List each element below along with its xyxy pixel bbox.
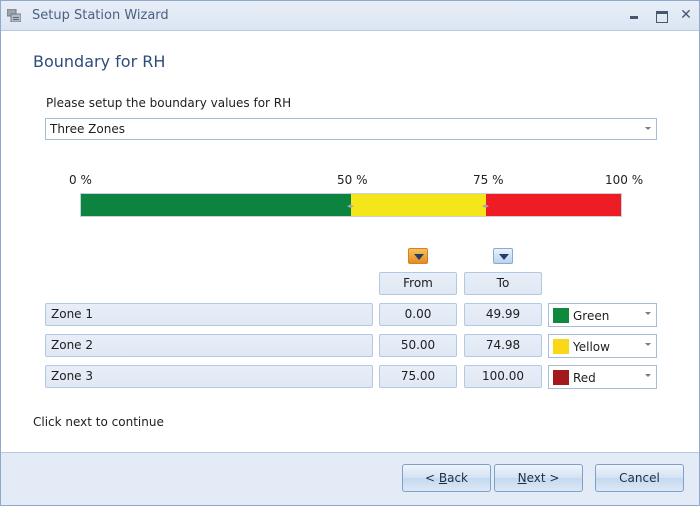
zone-name-field[interactable]: Zone 2 xyxy=(45,334,373,357)
zone-color-dropdown[interactable]: Yellow xyxy=(548,334,657,358)
next-rest: ext > xyxy=(526,471,560,485)
chevron-down-icon xyxy=(645,374,651,377)
zone-segment-3 xyxy=(486,194,621,216)
close-icon: ✕ xyxy=(680,7,692,23)
chevron-down-icon xyxy=(645,127,651,130)
next-button[interactable]: Next > xyxy=(494,464,583,492)
cancel-button[interactable]: Cancel xyxy=(595,464,684,492)
wizard-window: Setup Station Wizard ✕ Boundary for RH P… xyxy=(0,0,700,506)
back-prefix: < xyxy=(424,471,439,485)
from-header: From xyxy=(379,272,457,295)
zone-to-field[interactable]: 100.00 xyxy=(464,365,542,388)
zone-name-field[interactable]: Zone 1 xyxy=(45,303,373,326)
color-name: Green xyxy=(573,309,610,323)
from-column-marker[interactable] xyxy=(408,248,428,264)
triangle-down-icon xyxy=(499,254,509,260)
zone-from-field[interactable]: 0.00 xyxy=(379,303,457,326)
window-title: Setup Station Wizard xyxy=(32,8,169,23)
boundary-prompt: Please setup the boundary values for RH xyxy=(46,96,292,110)
chevron-down-icon xyxy=(645,312,651,315)
scale-label-75: 75 % xyxy=(473,173,504,187)
close-button[interactable]: ✕ xyxy=(677,7,695,23)
boundary-handle-1[interactable]: ◂▸ xyxy=(347,202,355,210)
boundary-handle-2[interactable]: ◂▸ xyxy=(482,202,490,210)
triangle-down-icon xyxy=(414,254,424,260)
color-swatch xyxy=(553,308,569,323)
zone-segment-1 xyxy=(81,194,351,216)
next-accel: N xyxy=(517,471,527,485)
zone-mode-value: Three Zones xyxy=(50,122,125,136)
app-icon xyxy=(7,9,21,22)
color-name: Yellow xyxy=(573,340,610,354)
page-title: Boundary for RH xyxy=(33,52,166,71)
color-swatch xyxy=(553,370,569,385)
to-header: To xyxy=(464,272,542,295)
zone-color-dropdown[interactable]: Red xyxy=(548,365,657,389)
zone-mode-dropdown[interactable]: Three Zones xyxy=(45,118,657,140)
zone-range-bar: ◂▸ ◂▸ xyxy=(80,193,622,217)
scale-label-50: 50 % xyxy=(337,173,368,187)
chevron-down-icon xyxy=(645,343,651,346)
zone-to-field[interactable]: 74.98 xyxy=(464,334,542,357)
continue-hint: Click next to continue xyxy=(33,415,164,429)
color-name: Red xyxy=(573,371,596,385)
scale-label-100: 100 % xyxy=(605,173,644,187)
scale-label-0: 0 % xyxy=(69,173,92,187)
title-bar: Setup Station Wizard ✕ xyxy=(1,1,699,31)
zone-from-field[interactable]: 50.00 xyxy=(379,334,457,357)
zone-segment-2 xyxy=(351,194,486,216)
zone-color-dropdown[interactable]: Green xyxy=(548,303,657,327)
zone-name-field[interactable]: Zone 3 xyxy=(45,365,373,388)
zone-to-field[interactable]: 49.99 xyxy=(464,303,542,326)
zone-from-field[interactable]: 75.00 xyxy=(379,365,457,388)
minimize-button[interactable] xyxy=(625,7,643,23)
back-rest: ack xyxy=(447,471,468,485)
back-accel: B xyxy=(438,471,448,485)
back-button[interactable]: < Back xyxy=(402,464,491,492)
color-swatch xyxy=(553,339,569,354)
maximize-button[interactable] xyxy=(652,7,670,23)
to-column-marker[interactable] xyxy=(493,248,513,264)
